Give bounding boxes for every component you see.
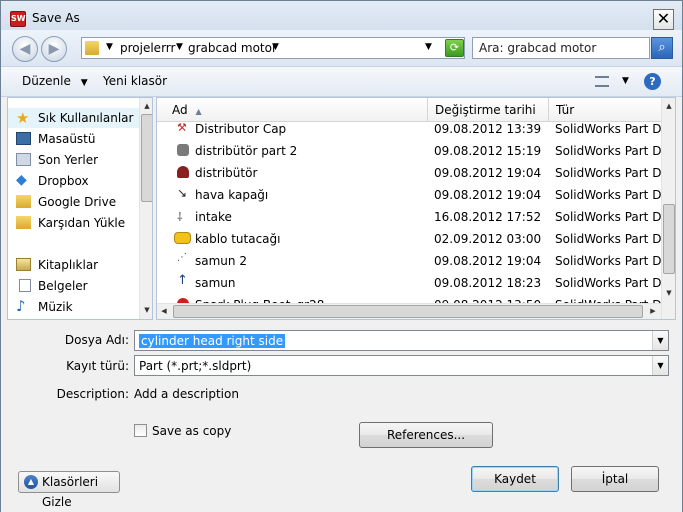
search-input[interactable]: Ara: grabcad motor: [472, 37, 650, 59]
chevron-down-icon[interactable]: ▼: [176, 42, 183, 52]
description-field[interactable]: Add a description: [134, 387, 239, 401]
close-button[interactable]: ✕: [653, 9, 674, 30]
file-list-vertical-scrollbar[interactable]: ▲ ▼: [661, 98, 675, 319]
part-file-icon: ↘: [177, 186, 188, 200]
sidebar-item-desktop[interactable]: Masaüstü: [8, 129, 140, 149]
search-button[interactable]: ⌕: [651, 37, 673, 59]
refresh-button[interactable]: ⟳: [445, 39, 464, 57]
back-button[interactable]: ◀: [12, 36, 38, 62]
filename-value: cylinder head right side: [139, 334, 286, 348]
part-file-icon: ⸸: [177, 210, 183, 224]
part-file-icon: ⋰: [177, 252, 187, 263]
table-row[interactable]: kablo tutacağı 02.09.2012 03:00 SolidWor…: [157, 228, 673, 250]
sidebar-scrollbar[interactable]: ▲ ▼: [139, 98, 152, 319]
filetype-select[interactable]: Part (*.prt;*.sldprt) ▼: [134, 355, 669, 376]
new-folder-button[interactable]: Yeni klasör: [103, 74, 167, 88]
chevron-down-icon: ▼: [80, 78, 88, 88]
chevron-down-icon[interactable]: ▼: [652, 331, 668, 350]
part-file-icon: [174, 232, 191, 244]
scrollbar-thumb[interactable]: [663, 204, 675, 274]
sidebar-item-google-drive[interactable]: Google Drive: [8, 192, 140, 212]
filetype-label: Kayıt türü:: [66, 359, 129, 373]
file-list-horizontal-scrollbar[interactable]: ◀ ▶: [157, 303, 661, 319]
help-icon[interactable]: ?: [644, 73, 661, 90]
chevron-down-icon[interactable]: ▼: [272, 42, 279, 52]
filetype-value: Part (*.prt;*.sldprt): [139, 359, 252, 373]
hide-folders-button[interactable]: ▲ Klasörleri Gizle: [18, 471, 120, 509]
star-icon: ★: [16, 109, 30, 127]
organize-button[interactable]: Düzenle ▼: [22, 74, 88, 88]
save-as-copy-label: Save as copy: [152, 424, 232, 438]
sidebar-item-libraries[interactable]: Kitaplıklar: [8, 255, 140, 275]
part-file-icon: ↑: [177, 273, 188, 288]
scroll-down-icon[interactable]: ▼: [140, 303, 152, 317]
documents-icon: [19, 279, 31, 292]
downloads-icon: [16, 216, 31, 229]
sidebar-item-dropbox[interactable]: ◆ Dropbox: [8, 171, 140, 191]
view-options-icon[interactable]: [595, 76, 609, 87]
table-row[interactable]: ↘ hava kapağı 09.08.2012 19:04 SolidWork…: [157, 184, 673, 206]
music-icon: ♪: [16, 297, 26, 315]
references-button[interactable]: References...: [359, 422, 493, 448]
breadcrumb-projelerrr[interactable]: projelerrr: [120, 41, 175, 55]
save-as-copy-checkbox[interactable]: [134, 424, 147, 437]
sidebar-item-documents[interactable]: Belgeler: [8, 276, 140, 296]
part-file-icon: [177, 166, 189, 178]
scroll-left-icon[interactable]: ◀: [157, 304, 171, 318]
scroll-down-icon[interactable]: ▼: [662, 286, 675, 300]
part-file-icon: [177, 144, 189, 156]
breadcrumb-grabcad-motor[interactable]: grabcad motor: [188, 41, 277, 55]
filename-label: Dosya Adı:: [64, 333, 129, 347]
title-bar: SW Save As ✕: [1, 1, 682, 30]
scroll-right-icon[interactable]: ▶: [646, 304, 660, 318]
forward-button[interactable]: ▶: [41, 36, 67, 62]
description-label: Description:: [56, 387, 129, 401]
refresh-icon: ⟳: [449, 41, 460, 54]
save-form: Dosya Adı: cylinder head right side ▼ Ka…: [1, 320, 682, 512]
address-history-dropdown-icon[interactable]: ▼: [425, 42, 432, 52]
table-row[interactable]: ⚒ Distributor Cap 09.08.2012 13:39 Solid…: [157, 118, 673, 140]
table-row[interactable]: distribütör 09.08.2012 19:04 SolidWorks …: [157, 162, 673, 184]
address-bar[interactable]: ▼ projelerrr ▼ grabcad motor ▼ ▼: [81, 37, 465, 59]
desktop-icon: [16, 132, 31, 145]
chevron-down-icon[interactable]: ▼: [622, 76, 629, 86]
sidebar-item-favorites[interactable]: ★ Sık Kullanılanlar: [8, 108, 140, 128]
part-file-icon: ⚒: [177, 121, 187, 134]
search-icon: ⌕: [658, 40, 666, 55]
save-as-dialog: SW Save As ✕ ◀ ▶ ▼ projelerrr ▼ grabcad …: [0, 0, 683, 512]
recent-places-icon: [16, 153, 31, 166]
forward-arrow-icon: ▶: [48, 41, 60, 57]
scroll-up-icon[interactable]: ▲: [662, 99, 675, 113]
window-title: Save As: [32, 11, 80, 25]
folder-icon: [16, 195, 31, 208]
filename-field[interactable]: cylinder head right side ▼: [134, 330, 669, 351]
chevron-down-icon[interactable]: ▼: [106, 42, 113, 52]
solidworks-icon: SW: [10, 11, 26, 27]
sort-ascending-icon: ▲: [195, 107, 202, 116]
command-toolbar: Düzenle ▼ Yeni klasör ▼ ?: [1, 67, 682, 97]
dropbox-icon: ◆: [16, 172, 27, 188]
cancel-button[interactable]: İptal: [571, 466, 659, 492]
table-row[interactable]: ⋰ samun 2 09.08.2012 19:04 SolidWorks Pa…: [157, 250, 673, 272]
organize-label: Düzenle: [22, 74, 71, 88]
scrollbar-thumb[interactable]: [173, 305, 643, 318]
sidebar-item-downloads[interactable]: Karşıdan Yükle: [8, 213, 140, 233]
back-arrow-icon: ◀: [19, 41, 31, 57]
chevron-down-icon[interactable]: ▼: [652, 356, 668, 375]
scrollbar-thumb[interactable]: [141, 114, 152, 202]
table-row[interactable]: ↑ samun 09.08.2012 18:23 SolidWorks Part…: [157, 272, 673, 294]
close-icon: ✕: [656, 9, 671, 28]
file-list: Ad ▲ Değiştirme tarihi Tür ⚒ Distributor…: [156, 97, 676, 320]
sidebar-item-recent-places[interactable]: Son Yerler: [8, 150, 140, 170]
table-row[interactable]: ⸸ intake 16.08.2012 17:52 SolidWorks Par…: [157, 206, 673, 228]
table-row[interactable]: distribütör part 2 09.08.2012 15:19 Soli…: [157, 140, 673, 162]
scroll-up-icon[interactable]: ▲: [140, 99, 152, 113]
navigation-pane: ★ Sık Kullanılanlar Masaüstü Son Yerler …: [7, 97, 153, 320]
folder-icon: [85, 41, 99, 55]
chevron-up-icon: ▲: [24, 475, 38, 489]
sidebar-item-music[interactable]: ♪ Müzik: [8, 297, 140, 317]
libraries-icon: [16, 258, 31, 271]
save-button[interactable]: Kaydet: [471, 466, 559, 492]
navigation-bar: ◀ ▶ ▼ projelerrr ▼ grabcad motor ▼ ▼ ⟳ A…: [1, 30, 682, 67]
